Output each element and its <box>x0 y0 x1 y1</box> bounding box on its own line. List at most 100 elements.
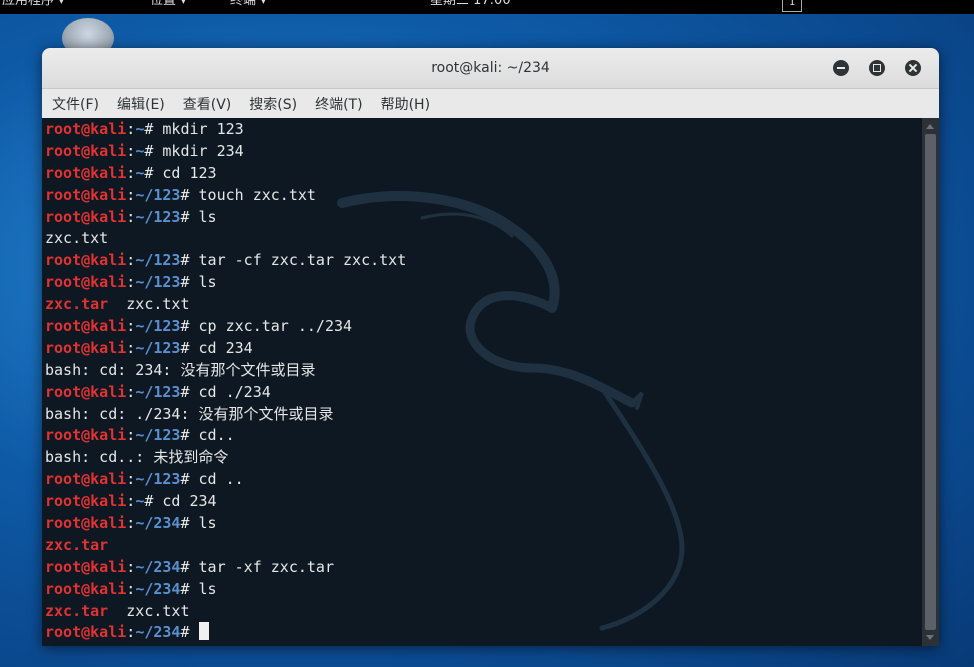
workspace-number: 1 <box>789 0 796 8</box>
command-text: cd 234 <box>198 338 253 357</box>
command-text: touch zxc.txt <box>198 185 316 204</box>
prompt-path: ~/234 <box>135 557 181 576</box>
prompt-separator: : <box>126 470 136 489</box>
maximize-button[interactable] <box>869 60 885 76</box>
prompt-path: ~/123 <box>135 273 181 292</box>
menu-help[interactable]: 帮助(H) <box>381 94 430 114</box>
command-text: cd 123 <box>162 163 217 182</box>
prompt-path: ~ <box>135 120 145 138</box>
prompt-symbol: # <box>144 141 163 160</box>
applications-menu[interactable]: 应用程序 ▾ <box>2 0 65 8</box>
prompt-user: root@kali <box>45 163 127 182</box>
prompt-path: ~/123 <box>135 185 181 204</box>
output-text: bash: cd: ./234: 没有那个文件或目录 <box>45 404 334 423</box>
command-text: ls <box>198 273 217 292</box>
prompt-user: root@kali <box>45 426 127 445</box>
prompt-user: root@kali <box>45 251 127 270</box>
prompt-user: root@kali <box>45 382 127 401</box>
prompt-user: root@kali <box>45 514 127 533</box>
output-text: bash: cd: 234: 没有那个文件或目录 <box>45 360 316 379</box>
output-line: bash: cd: ./234: 没有那个文件或目录 <box>45 404 406 426</box>
prompt-symbol: # <box>180 185 199 204</box>
prompt-symbol: # <box>180 207 199 226</box>
prompt-line: root@kali:~/234# ls <box>45 513 406 535</box>
prompt-user: root@kali <box>45 492 127 511</box>
prompt-user: root@kali <box>45 557 127 576</box>
output-line: bash: cd: 234: 没有那个文件或目录 <box>45 360 406 382</box>
scrollbar[interactable] <box>922 118 939 646</box>
prompt-symbol: # <box>180 338 199 357</box>
title-bar[interactable]: root@kali: ~/234 <box>42 48 939 89</box>
output-line: zxc.tar zxc.txt <box>45 294 406 316</box>
prompt-line: root@kali:~# cd 123 <box>45 163 406 185</box>
prompt-separator: : <box>126 514 136 533</box>
prompt-separator: : <box>126 579 136 598</box>
prompt-symbol: # <box>180 557 199 576</box>
prompt-user: root@kali <box>45 273 127 292</box>
prompt-symbol: # <box>180 579 199 598</box>
menu-terminal[interactable]: 终端(T) <box>315 94 362 114</box>
archive-file-name: zxc.tar <box>45 535 109 554</box>
close-button[interactable] <box>905 60 921 76</box>
output-text: zxc.txt <box>108 601 190 620</box>
prompt-symbol: # <box>180 382 199 401</box>
prompt-line: root@kali:~/123# ls <box>45 207 406 229</box>
terminal-app-menu[interactable]: 终端 ▾ <box>230 0 267 8</box>
prompt-separator: : <box>126 273 136 292</box>
archive-file-name: zxc.tar <box>45 295 109 314</box>
prompt-line: root@kali:~/234# ls <box>45 579 406 601</box>
prompt-path: ~/234 <box>135 623 181 642</box>
workspace-indicator[interactable]: 1 <box>782 0 802 12</box>
prompt-path: ~/123 <box>135 251 181 270</box>
terminal-window: root@kali: ~/234 文件(F) 编辑(E) 查看(V) 搜索(S)… <box>42 48 939 646</box>
window-title: root@kali: ~/234 <box>431 60 550 76</box>
prompt-separator: : <box>126 163 136 182</box>
minimize-button[interactable] <box>833 60 849 76</box>
output-line: zxc.tar <box>45 535 406 557</box>
prompt-symbol: # <box>180 317 199 336</box>
command-text: mkdir 123 <box>162 120 244 138</box>
command-text: cp zxc.tar ../234 <box>198 317 353 336</box>
prompt-symbol: # <box>180 470 199 489</box>
prompt-path: ~/123 <box>135 207 181 226</box>
prompt-separator: : <box>126 207 136 226</box>
prompt-separator: : <box>126 338 136 357</box>
menu-view[interactable]: 查看(V) <box>183 94 232 114</box>
prompt-line: root@kali:~/123# cd 234 <box>45 338 406 360</box>
prompt-path: ~/123 <box>135 470 181 489</box>
command-text: cd 234 <box>162 492 217 511</box>
prompt-user: root@kali <box>45 120 127 138</box>
prompt-line: root@kali:~/123# cd .. <box>45 469 406 491</box>
command-text: ls <box>198 514 217 533</box>
menu-file[interactable]: 文件(F) <box>52 94 99 114</box>
output-line: zxc.txt <box>45 228 406 250</box>
prompt-path: ~/123 <box>135 382 181 401</box>
output-text: zxc.txt <box>45 229 109 248</box>
prompt-line: root@kali:~/234# tar -xf zxc.tar <box>45 557 406 579</box>
prompt-path: ~/123 <box>135 426 181 445</box>
scroll-down-arrow-icon[interactable] <box>926 635 934 640</box>
prompt-user: root@kali <box>45 623 127 642</box>
prompt-separator: : <box>126 317 136 336</box>
places-menu[interactable]: 位置 ▾ <box>150 0 187 8</box>
prompt-user: root@kali <box>45 579 127 598</box>
command-text: tar -xf zxc.tar <box>198 557 334 576</box>
terminal-area[interactable]: root@kali:~# mkdir 123 root@kali:~# mkdir… <box>42 118 922 646</box>
prompt-line: root@kali:~/123# cd.. <box>45 425 406 447</box>
prompt-path: ~ <box>135 141 145 160</box>
menu-search[interactable]: 搜索(S) <box>249 94 297 114</box>
command-text: tar -cf zxc.tar zxc.txt <box>198 251 407 270</box>
prompt-user: root@kali <box>45 141 127 160</box>
prompt-user: root@kali <box>45 185 127 204</box>
desktop-top-bar: 应用程序 ▾ 位置 ▾ 终端 ▾ 星期三 17:00 1 <box>0 0 974 14</box>
command-text: ls <box>198 579 217 598</box>
prompt-line: root@kali:~/234# <box>45 622 406 644</box>
prompt-line: root@kali:~# mkdir 234 <box>45 141 406 163</box>
scrollbar-thumb[interactable] <box>925 134 936 630</box>
prompt-symbol: # <box>144 120 163 138</box>
menu-edit[interactable]: 编辑(E) <box>117 94 165 114</box>
command-text: cd .. <box>198 470 244 489</box>
prompt-separator: : <box>126 141 136 160</box>
scroll-up-arrow-icon[interactable] <box>926 124 934 129</box>
clock[interactable]: 星期三 17:00 <box>430 0 511 8</box>
